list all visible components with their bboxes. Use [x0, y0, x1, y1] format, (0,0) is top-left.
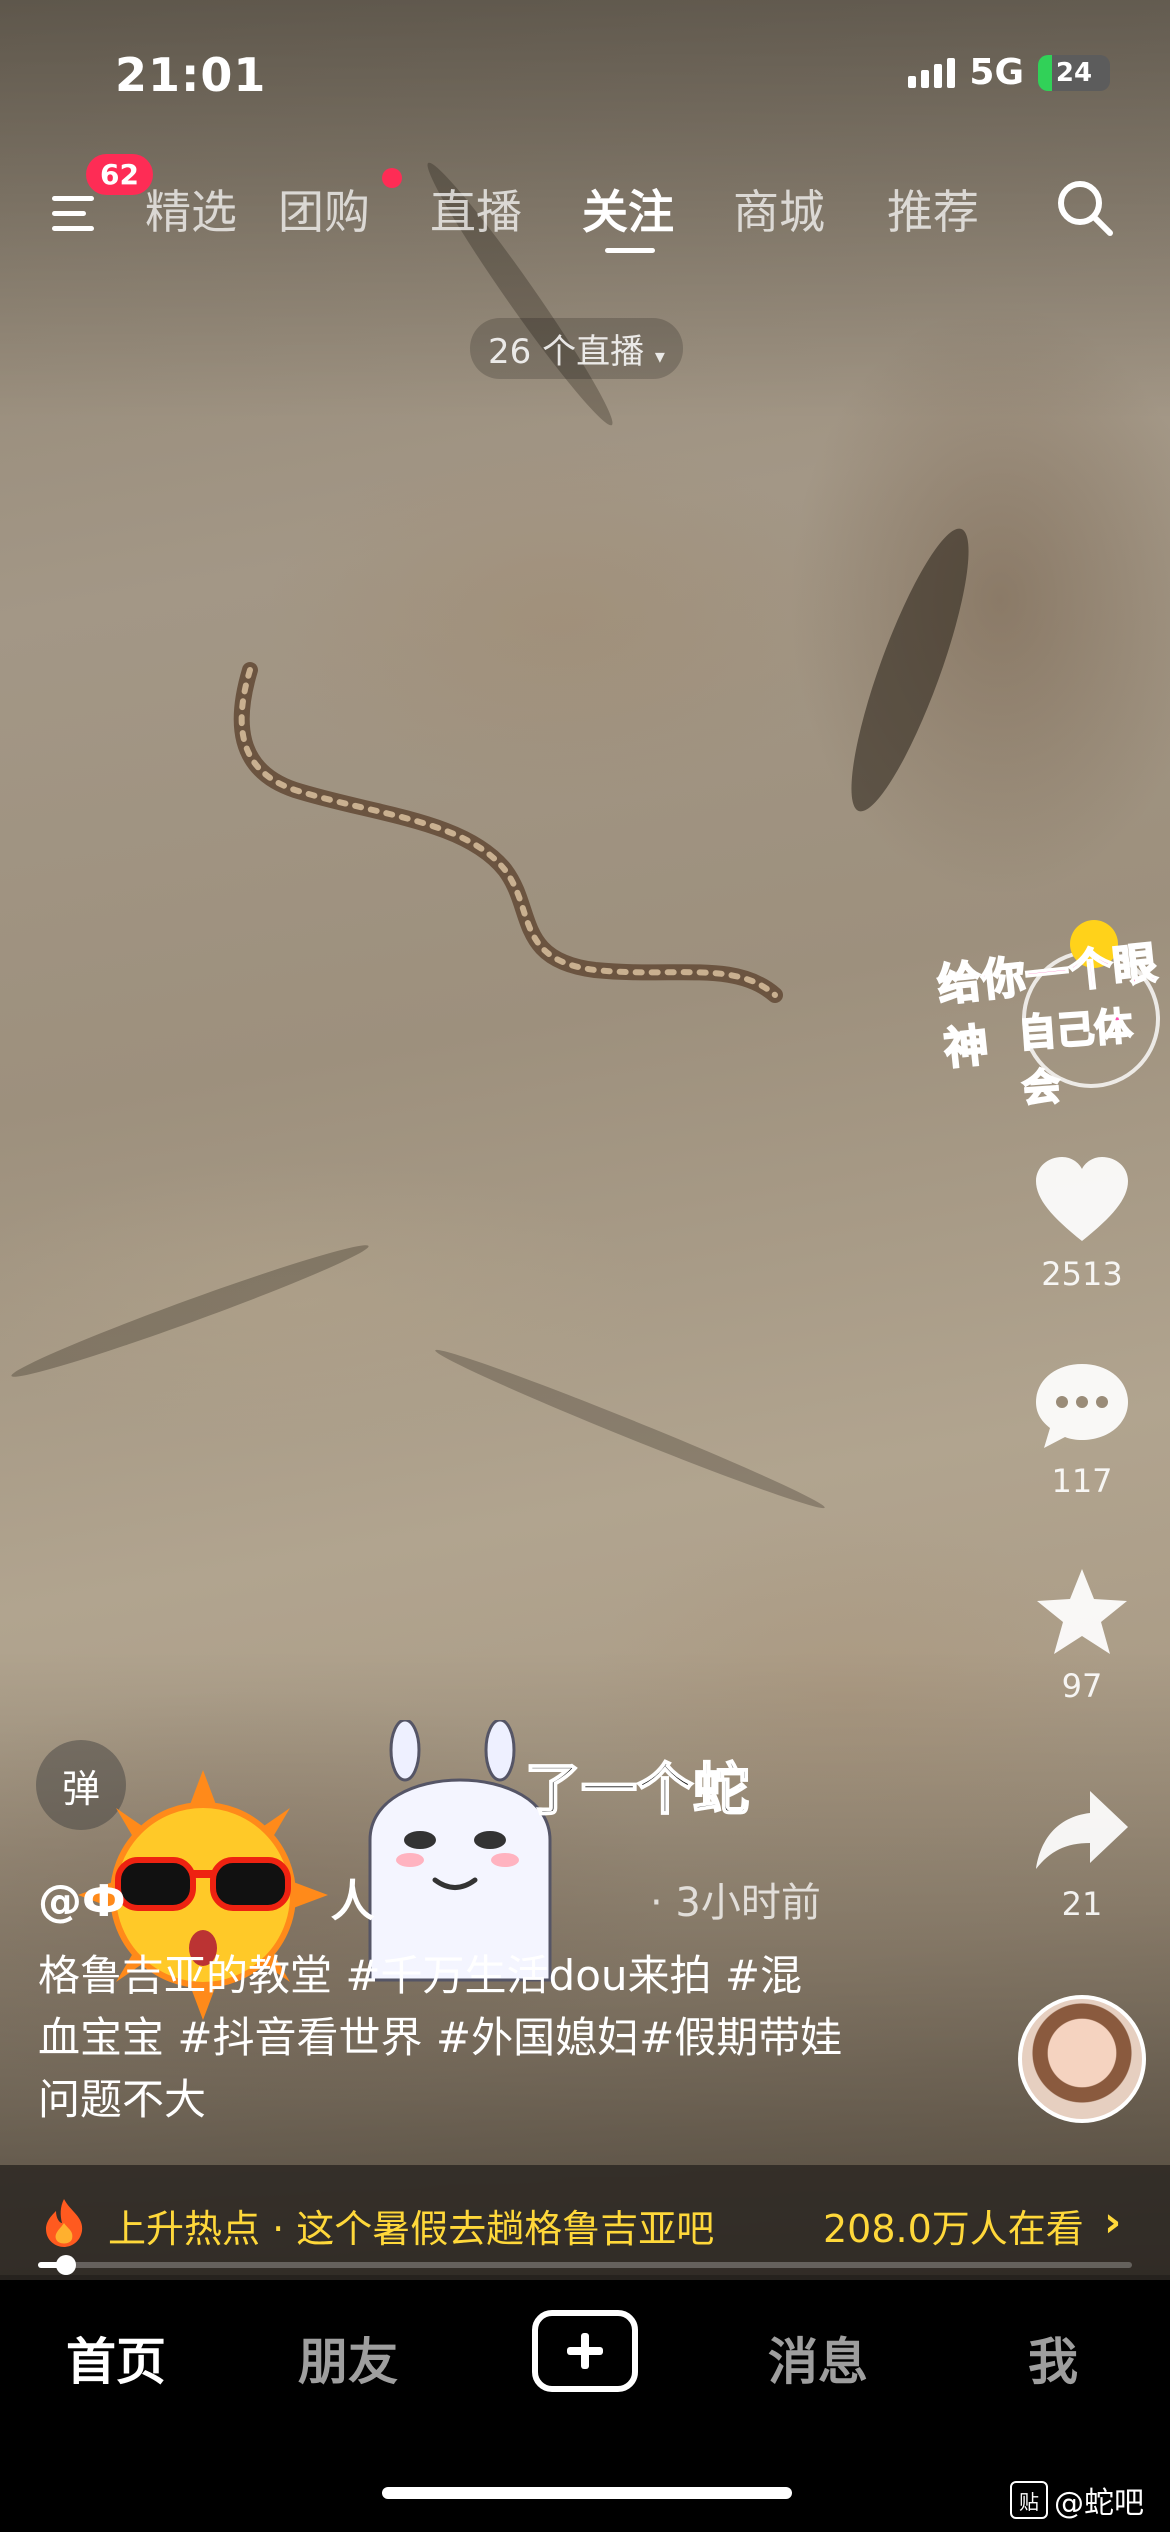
- description-line: 血宝宝 #抖音看世界 #外国媳妇#假期带娃: [38, 2013, 843, 2062]
- effect-sticker[interactable]: 给你一个眼神 自己体会: [930, 920, 1160, 1112]
- battery-icon: 24: [1038, 54, 1110, 91]
- tab-messages[interactable]: 消息: [768, 2322, 868, 2394]
- favorite-count: 97: [1061, 1667, 1103, 1705]
- description-line: 问题不大: [38, 2075, 207, 2124]
- author-handle: @Ф: [38, 1876, 126, 1927]
- share-icon: [1036, 1791, 1128, 1869]
- signal-icon: [908, 57, 956, 88]
- chevron-down-icon: ▾: [654, 344, 665, 368]
- tab-me[interactable]: 我: [1028, 2322, 1078, 2394]
- comment-icon: [1036, 1364, 1128, 1448]
- tab-following[interactable]: 关注: [582, 176, 674, 242]
- live-count-label: 26 个直播: [488, 332, 645, 372]
- plus-icon: [567, 2333, 603, 2369]
- tab-featured[interactable]: 精选: [145, 176, 237, 242]
- like-button[interactable]: 2513: [1027, 1155, 1137, 1293]
- watching-count: 208.0万人在看: [823, 2207, 1084, 2251]
- sticker-caption: 了一个蛇: [524, 1757, 750, 1824]
- active-tab-indicator: [605, 248, 655, 253]
- comment-button[interactable]: 117: [1027, 1360, 1137, 1500]
- home-indicator: [382, 2487, 792, 2499]
- search-icon[interactable]: [1055, 178, 1115, 238]
- author-name[interactable]: @Ф 人: [38, 1865, 375, 1929]
- share-count: 21: [1061, 1885, 1103, 1923]
- post-description[interactable]: 格鲁吉亚的教堂 #千万生活dou来拍 #混 血宝宝 #抖音看世界 #外国媳妇#假…: [38, 1945, 908, 2131]
- tab-live[interactable]: 直播: [430, 176, 522, 242]
- creator-avatar[interactable]: [1018, 1995, 1146, 2123]
- menu-button[interactable]: [52, 192, 102, 236]
- tab-group-buy[interactable]: 团购: [278, 176, 370, 242]
- watermark-icon: 贴: [1010, 2481, 1048, 2519]
- watermark-text: @蛇吧: [1054, 2486, 1144, 2521]
- snake-image: [233, 662, 783, 1003]
- top-nav: 62 精选 团购 直播 关注 商城 推荐: [0, 154, 1170, 260]
- chevron-right-icon: ›: [1104, 2197, 1122, 2246]
- star-icon: [1037, 1569, 1127, 1654]
- notification-dot: [382, 168, 402, 188]
- status-icons: 5G 24: [908, 52, 1110, 93]
- comment-count: 117: [1051, 1462, 1113, 1500]
- tab-mall[interactable]: 商城: [733, 176, 825, 242]
- progress-handle[interactable]: [55, 2255, 76, 2275]
- like-count: 2513: [1041, 1255, 1123, 1293]
- tab-friends[interactable]: 朋友: [298, 2322, 398, 2394]
- share-button[interactable]: 21: [1027, 1785, 1137, 1923]
- create-button[interactable]: [532, 2310, 638, 2392]
- status-time: 21:01: [115, 48, 267, 102]
- battery-level: 24: [1055, 57, 1093, 88]
- video-progress[interactable]: [38, 2255, 1132, 2275]
- network-type: 5G: [969, 52, 1024, 93]
- menu-badge: 62: [86, 154, 153, 195]
- flame-icon: [46, 2199, 83, 2247]
- favorite-button[interactable]: 97: [1027, 1565, 1137, 1705]
- hot-topic-label: 上升热点 · 这个暑假去趟格鲁吉亚吧: [108, 2207, 715, 2251]
- sticker-text-2: 自己体会: [1016, 1003, 1135, 1112]
- description-line: 格鲁吉亚的教堂 #千万生活dou来拍 #混: [38, 1951, 803, 2000]
- tab-home[interactable]: 首页: [66, 2322, 166, 2394]
- watermark: 贴 @蛇吧: [1010, 2478, 1144, 2522]
- heart-icon: [1036, 1157, 1128, 1241]
- live-count-dropdown[interactable]: 26 个直播 ▾: [470, 318, 683, 379]
- author-suffix: 人: [330, 1876, 375, 1927]
- post-time: · 3小时前: [650, 1880, 821, 1926]
- tab-recommend[interactable]: 推荐: [887, 176, 979, 242]
